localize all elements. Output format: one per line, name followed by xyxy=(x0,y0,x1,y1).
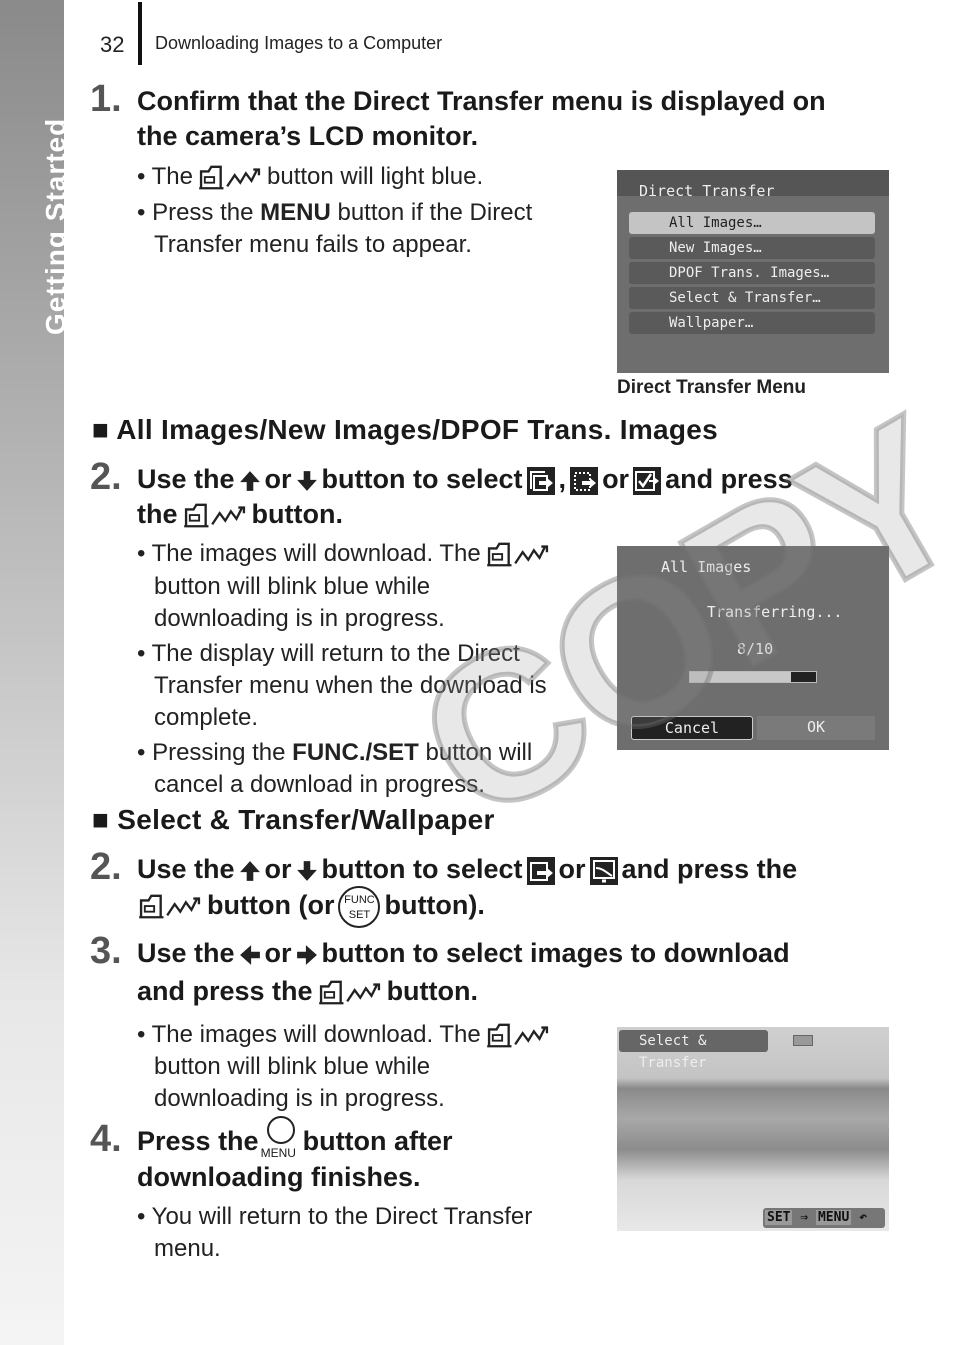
direct-transfer-button-icon xyxy=(182,502,248,530)
bullet: • The button will light blue. xyxy=(137,163,484,192)
ok-button: OK xyxy=(757,716,875,740)
bullet: • You will return to the Direct Transfer xyxy=(137,1203,533,1230)
header-divider xyxy=(138,2,142,65)
sidebar: Getting Started xyxy=(0,0,71,1345)
text: Transfer menu when the download is xyxy=(154,672,547,699)
lcd-controls: SET ⇒ MENU ↶ xyxy=(763,1208,885,1228)
dpof-images-icon xyxy=(633,467,661,495)
bullet: • The images will download. The xyxy=(137,1021,555,1050)
text: button will blink blue while xyxy=(154,573,431,600)
text: downloading is in progress. xyxy=(154,605,445,632)
battery-icon xyxy=(793,1035,813,1046)
up-arrow-icon xyxy=(239,470,261,492)
step-number: 2. xyxy=(90,456,122,498)
progress-bar xyxy=(689,671,817,683)
lcd-select-transfer-photo: Select & Transfer SET ⇒ MENU ↶ xyxy=(617,1027,889,1231)
text: Transfer menu fails to appear. xyxy=(154,231,472,258)
bullet: • The images will download. The xyxy=(137,540,555,569)
step-number: 1. xyxy=(90,78,122,120)
down-arrow-icon xyxy=(296,860,318,882)
lcd-title: Direct Transfer xyxy=(639,182,775,200)
section-heading: ■ Select & Transfer/Wallpaper xyxy=(92,804,495,835)
left-arrow-icon xyxy=(239,944,261,966)
menu-button-icon: MENU xyxy=(261,1116,299,1166)
bullet: • Pressing the FUNC./SET button will xyxy=(137,739,533,766)
step-number: 2. xyxy=(90,846,122,888)
breadcrumb: Downloading Images to a Computer xyxy=(155,33,443,53)
progress-fill xyxy=(690,672,791,682)
text: button will blink blue while xyxy=(154,1053,431,1080)
step-heading: Press the MENU button after xyxy=(137,1116,453,1166)
cancel-button: Cancel xyxy=(631,716,753,740)
figure-caption: Direct Transfer Menu xyxy=(617,377,806,398)
step-heading: button (or FUNC SET button). xyxy=(137,886,485,928)
menu-item-new-images: New Images… xyxy=(629,237,875,259)
text: menu. xyxy=(154,1235,221,1262)
direct-transfer-button-icon xyxy=(485,1022,551,1050)
sidebar-label: Getting Started xyxy=(40,117,71,335)
direct-transfer-button-icon xyxy=(485,541,551,569)
menu-item-all-images: All Images… xyxy=(629,212,875,234)
text: The xyxy=(151,163,193,190)
step-heading: and press the button. xyxy=(137,976,479,1007)
all-images-icon xyxy=(527,467,555,495)
menu-item-select-transfer: Select & Transfer… xyxy=(629,287,875,309)
menu-item-dpof: DPOF Trans. Images… xyxy=(629,262,875,284)
menu-item-wallpaper: Wallpaper… xyxy=(629,312,875,334)
text: button if the Direct xyxy=(330,199,533,226)
select-transfer-icon xyxy=(527,857,555,885)
step-number: 3. xyxy=(90,930,122,972)
text: button will light blue. xyxy=(267,163,484,190)
up-arrow-icon xyxy=(239,860,261,882)
down-arrow-icon xyxy=(296,470,318,492)
wallpaper-icon xyxy=(590,857,618,885)
func-set-button-icon: FUNC SET xyxy=(338,886,381,928)
text: complete. xyxy=(154,704,259,731)
step-heading: the button. xyxy=(137,499,343,530)
text: downloading is in progress. xyxy=(154,1085,445,1112)
text: cancel a download in progress. xyxy=(154,771,485,798)
lcd-title: Select & Transfer xyxy=(619,1030,768,1071)
menu-label: MENU xyxy=(260,199,331,226)
text: Press the xyxy=(152,199,261,226)
right-arrow-icon xyxy=(296,944,318,966)
lcd-title: All Images xyxy=(661,558,752,576)
direct-transfer-button-icon xyxy=(137,893,203,921)
step-number: 4. xyxy=(90,1118,122,1160)
step-heading: the camera’s LCD monitor. xyxy=(137,121,479,151)
bullet: • Press the MENU button if the Direct xyxy=(137,199,533,226)
step-heading: Use the or button to select or and press the xyxy=(137,854,798,885)
step-heading: Use the or button to select images to down… xyxy=(137,938,790,968)
transfer-count: 8/10 xyxy=(737,640,774,658)
step-heading: downloading finishes. xyxy=(137,1162,421,1192)
bullet: • The display will return to the Direct xyxy=(137,640,520,667)
direct-transfer-button-icon xyxy=(197,164,263,192)
lcd-transferring: All Images Transferring... 8/10 Cancel O… xyxy=(617,546,889,750)
transfer-status: Transferring... xyxy=(707,603,843,621)
direct-transfer-button-icon xyxy=(317,979,383,1007)
step-heading: Confirm that the Direct Transfer menu is… xyxy=(137,86,826,116)
step-heading: Use the or button to select, or and press xyxy=(137,464,793,495)
lcd-direct-transfer-menu: Direct Transfer All Images… New Images… … xyxy=(617,170,889,373)
page-number: 32 xyxy=(100,32,125,57)
section-heading: ■ All Images/New Images/DPOF Trans. Imag… xyxy=(92,414,719,445)
new-images-icon xyxy=(570,467,598,495)
